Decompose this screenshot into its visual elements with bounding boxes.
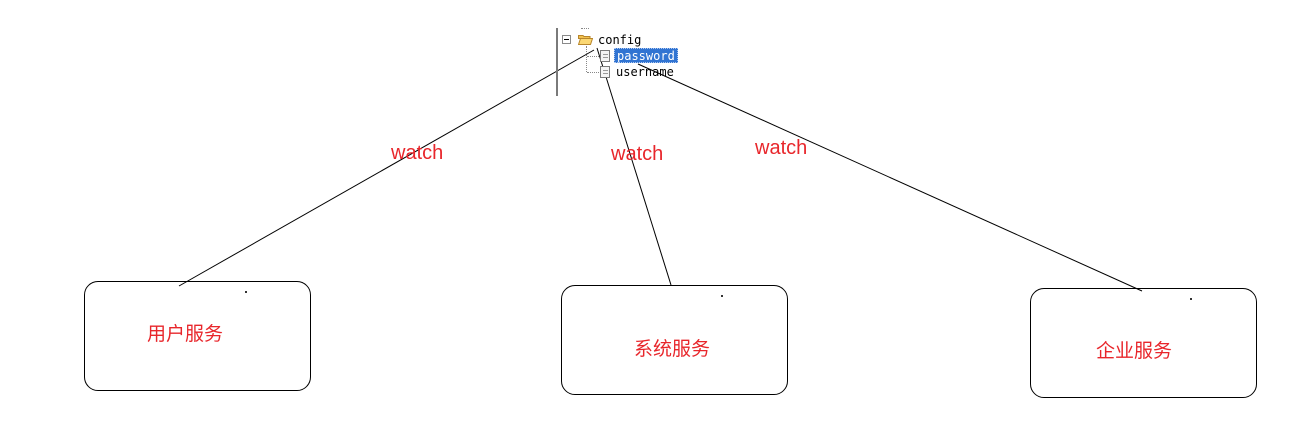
tree-connector-top: [581, 28, 589, 31]
watch-line-enterprise-service: [637, 63, 1143, 292]
edge-label-watch-system: watch: [611, 143, 664, 165]
diagram-canvas: config password username watch watch wat…: [0, 0, 1298, 446]
edge-label-watch-user: watch: [391, 142, 444, 164]
user-service-label: 用户服务: [147, 323, 224, 345]
tree-node-username[interactable]: username: [616, 65, 674, 80]
document-icon: [600, 50, 610, 62]
speck-mark: [721, 295, 723, 297]
enterprise-service-label: 企业服务: [1096, 340, 1173, 362]
tree-connector-username: [587, 72, 599, 74]
user-service-box: 用户服务: [84, 281, 311, 391]
speck-mark: [1190, 298, 1192, 300]
system-service-label: 系统服务: [634, 338, 711, 360]
document-icon: [600, 66, 610, 78]
tree-connector-password: [587, 56, 599, 58]
tree-border: [556, 28, 558, 96]
system-service-box: 系统服务: [561, 285, 788, 395]
edge-label-watch-enterprise: watch: [755, 137, 808, 159]
collapse-minus-icon[interactable]: [562, 35, 571, 44]
watch-line-user-service: [178, 49, 595, 287]
tree-connector-vertical: [586, 46, 588, 72]
zookeeper-tree: config password username: [556, 28, 696, 96]
open-folder-icon: [578, 35, 593, 45]
tree-node-config[interactable]: config: [598, 33, 641, 47]
enterprise-service-box: 企业服务: [1030, 288, 1257, 398]
speck-mark: [245, 291, 247, 293]
tree-node-password[interactable]: password: [614, 48, 678, 63]
